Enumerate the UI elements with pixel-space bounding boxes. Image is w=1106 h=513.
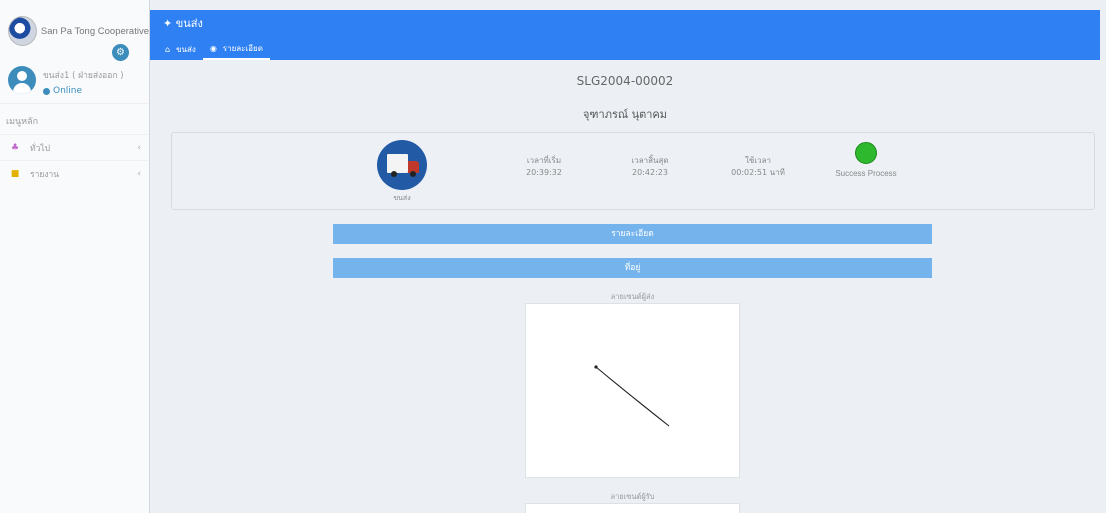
status-label: Success Process <box>835 169 897 178</box>
status-dot-icon <box>43 87 50 95</box>
tab-transport[interactable]: ⌂ ขนส่ง <box>158 38 203 60</box>
address-section-bar[interactable]: ที่อยู่ <box>333 258 932 278</box>
brand[interactable]: San Pa Tong Cooperative ⚙ <box>0 0 149 62</box>
home-icon: ⌂ <box>165 44 171 54</box>
menu-header: เมนูหลัก <box>6 117 39 127</box>
breadcrumb-tabs: ⌂ ขนส่ง ◉ รายละเอียด <box>158 38 270 60</box>
page-title: ✦ ขนส่ง <box>163 17 203 30</box>
brand-name: San Pa Tong Cooperative <box>40 25 149 37</box>
chevron-left-icon: ‹ <box>137 168 141 179</box>
status-indicator: Success Process <box>828 142 904 178</box>
app-window: San Pa Tong Cooperative ⚙ ขนส่ง1 ( ฝ่ายส… <box>0 0 1106 513</box>
sidebar-item-general[interactable]: ♣ ทั่วไป ‹ <box>0 134 149 160</box>
end-time-value: 20:42:23 <box>632 168 668 177</box>
online-status: Online <box>43 86 124 96</box>
receiver-signature-box <box>525 503 740 513</box>
truck-title-icon: ✦ <box>163 17 173 30</box>
end-time: เวลาสิ้นสุด 20:42:23 <box>615 155 685 179</box>
topbar: ✦ ขนส่ง ⌂ ขนส่ง ◉ รายละเอียด <box>150 10 1100 60</box>
cooperative-logo <box>8 16 37 46</box>
customer-name: จุฑาภรณ์ นุตาคม <box>582 108 668 121</box>
info-icon: ◉ <box>209 43 217 53</box>
main-content: SLG2004-00002 จุฑาภรณ์ นุตาคม ขนส่ง เวลา… <box>150 60 1100 513</box>
duration: ใช้เวลา 00:02:51 นาที <box>723 155 793 179</box>
truck-label: ขนส่ง <box>393 194 411 202</box>
document-number: SLG2004-00002 <box>576 74 674 88</box>
sender-signature-label: ลายเซนต์ผู้ส่ง <box>610 292 655 301</box>
tab-detail[interactable]: ◉ รายละเอียด <box>202 38 270 60</box>
sidebar-item-label: รายงาน <box>30 169 60 180</box>
general-icon: ♣ <box>10 142 20 153</box>
truck-block: ขนส่ง <box>377 140 427 204</box>
detail-section-bar[interactable]: รายละเอียด <box>333 224 932 244</box>
sender-signature-box <box>525 303 740 478</box>
success-dot-icon <box>855 142 877 164</box>
sidebar: San Pa Tong Cooperative ⚙ ขนส่ง1 ( ฝ่ายส… <box>0 0 150 513</box>
user-name: ขนส่ง1 ( ฝ่ายส่งออก ) <box>43 71 124 81</box>
chevron-left-icon: ‹ <box>137 142 141 153</box>
signature-stroke <box>594 365 670 427</box>
settings-gear-icon[interactable]: ⚙ <box>112 44 129 61</box>
report-icon: ■ <box>10 168 20 179</box>
page-edge <box>1100 0 1106 513</box>
end-time-label: เวลาสิ้นสุด <box>631 156 669 165</box>
duration-label: ใช้เวลา <box>745 156 771 165</box>
status-text: Online <box>53 86 83 96</box>
sidebar-item-report[interactable]: ■ รายงาน ‹ <box>0 160 149 186</box>
status-card: ขนส่ง เวลาที่เริ่ม 20:39:32 เวลาสิ้นสุด … <box>171 132 1095 210</box>
sidebar-item-label: ทั่วไป <box>30 143 51 154</box>
avatar <box>8 66 36 94</box>
truck-icon <box>377 140 427 190</box>
receiver-signature-label: ลายเซนต์ผู้รับ <box>610 492 655 501</box>
start-time-value: 20:39:32 <box>526 168 562 177</box>
start-time-label: เวลาที่เริ่ม <box>526 156 562 165</box>
user-panel: ขนส่ง1 ( ฝ่ายส่งออก ) Online <box>0 62 149 104</box>
start-time: เวลาที่เริ่ม 20:39:32 <box>509 155 579 179</box>
duration-value: 00:02:51 นาที <box>731 168 785 177</box>
